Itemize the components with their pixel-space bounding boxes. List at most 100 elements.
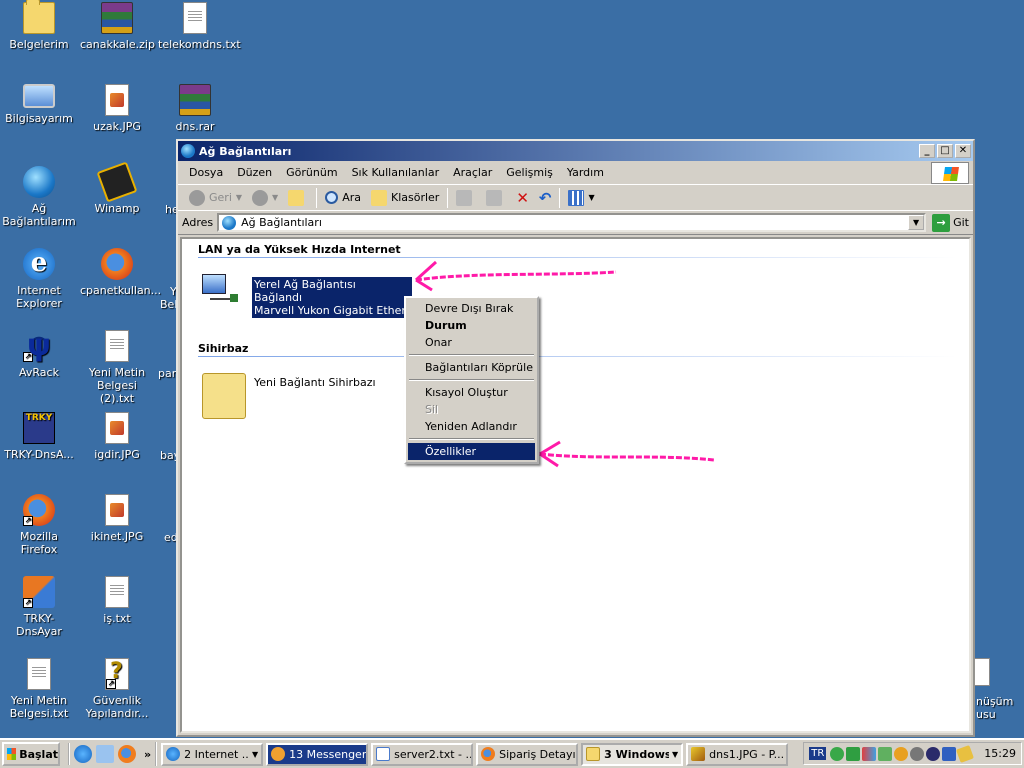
forward-button[interactable]: ▼	[247, 189, 283, 206]
volume-tray-icon[interactable]	[910, 746, 925, 761]
desktop-icon-igdir-jpg[interactable]: igdir.JPG	[78, 412, 156, 461]
desktop-icon-internet-explorer[interactable]: Internet Explorer	[0, 248, 78, 310]
menu-item-bridge-connections[interactable]: Bağlantıları Köprüle	[408, 359, 535, 376]
internet-explorer-icon[interactable]	[74, 745, 92, 763]
task-label: 13 Messenger	[289, 747, 367, 761]
desktop-icon-label: AvRack	[19, 366, 59, 379]
toolbar-separator	[447, 187, 449, 208]
desktop-icon-winamp[interactable]: Winamp	[78, 161, 156, 215]
desktop-icon-yeni-metin-belgesi-2[interactable]: Yeni Metin Belgesi (2).txt	[78, 330, 156, 405]
menu-view[interactable]: Görünüm	[279, 166, 344, 179]
group-divider	[198, 356, 957, 357]
firefox-icon[interactable]	[118, 745, 136, 763]
address-input[interactable]: Ağ Bağlantıları ▼	[217, 213, 927, 232]
clipped-desktop-label: nüşüm	[976, 695, 1014, 708]
up-folder-button[interactable]	[283, 189, 313, 206]
start-button[interactable]: Başlat	[2, 742, 60, 766]
menu-item-create-shortcut[interactable]: Kısayol Oluştur	[408, 384, 535, 401]
menu-edit[interactable]: Düzen	[230, 166, 279, 179]
back-button[interactable]: Geri ▼	[184, 189, 247, 206]
task-server2-txt[interactable]: server2.txt - ...	[371, 742, 474, 766]
views-button[interactable]: ▼	[563, 189, 599, 206]
desktop-icon-guvenlik[interactable]: ↗ Güvenlik Yapılandır...	[78, 658, 156, 720]
audio-tray-icon[interactable]	[878, 746, 893, 761]
desktop-icon-trky-dnsa[interactable]: TRKY TRKY-DnsA...	[0, 412, 78, 461]
menu-tools[interactable]: Araçlar	[446, 166, 499, 179]
text-file-icon	[183, 2, 207, 34]
monitor-icon	[202, 274, 226, 294]
folders-button[interactable]: Klasörler	[366, 189, 444, 206]
desktop-icon-label: Bilgisayarım	[5, 112, 73, 125]
menu-item-disable[interactable]: Devre Dışı Bırak	[408, 300, 535, 317]
desktop-icon-ikinet-jpg[interactable]: ikinet.JPG	[78, 494, 156, 543]
desktop-icon-avrack[interactable]: ↗ AvRack	[0, 328, 78, 379]
delete-button[interactable]: ✕	[511, 189, 534, 207]
undo-button[interactable]: ↶	[534, 189, 557, 207]
menu-item-properties[interactable]: Özellikler	[408, 443, 535, 460]
antivirus-tray-icon[interactable]	[862, 746, 877, 761]
menu-item-repair[interactable]: Onar	[408, 334, 535, 351]
desktop-icon-mozilla-firefox[interactable]: ↗ Mozilla Firefox	[0, 494, 78, 556]
title-bar[interactable]: Ağ Bağlantıları _ □ ✕	[178, 141, 973, 161]
winamp-icon	[96, 161, 138, 203]
task-buttons: 2 Internet ... ▼ 13 Messenger server2.tx…	[155, 742, 791, 766]
menu-advanced[interactable]: Gelişmiş	[499, 166, 560, 179]
menu-file[interactable]: Dosya	[182, 166, 230, 179]
connection-tray-icon[interactable]	[942, 746, 957, 761]
lan-connection-item[interactable]: Yerel Ağ Bağlantısı Bağlandı Marvell Yuk…	[252, 277, 430, 318]
move-to-button[interactable]	[451, 189, 481, 206]
desktop-icon-my-computer[interactable]: Bilgisayarım	[0, 84, 78, 125]
menu-item-status[interactable]: Durum	[408, 317, 535, 334]
quick-launch-more-button[interactable]: »	[144, 748, 151, 761]
go-button[interactable]: → Git	[932, 213, 969, 232]
shortcut-arrow-icon: ↗	[23, 516, 33, 526]
desktop-icon-label: Mozilla Firefox	[20, 530, 58, 556]
lan-connection-icon[interactable]	[200, 272, 240, 314]
desktop-icon-label: Ağ Bağlantılarım	[2, 202, 76, 228]
desktop-icon-label: igdir.JPG	[94, 448, 140, 461]
desktop-icon-label: Winamp	[94, 202, 140, 215]
desktop-icon-telekomdns-txt[interactable]: telekomdns.txt	[156, 2, 241, 51]
menu-item-rename[interactable]: Yeniden Adlandır	[408, 418, 535, 435]
menu-help[interactable]: Yardım	[560, 166, 611, 179]
desktop-icon-uzak-jpg[interactable]: uzak.JPG	[78, 84, 156, 133]
desktop-icon-cpanetkullan[interactable]: cpanetkullan...	[78, 248, 161, 297]
text-file-icon	[27, 658, 51, 690]
desktop-icon-canakkale-zip[interactable]: canakkale.zip	[78, 2, 156, 51]
maximize-button[interactable]: □	[937, 144, 953, 158]
chevron-down-icon: ▼	[272, 193, 279, 202]
address-dropdown-button[interactable]: ▼	[908, 215, 925, 230]
copy-to-icon	[486, 189, 503, 206]
messenger-buddy-icon[interactable]	[830, 746, 845, 761]
menu-separator	[409, 354, 534, 356]
copy-to-button[interactable]	[481, 189, 511, 206]
search-button[interactable]: Ara	[320, 191, 366, 204]
desktop-icon-trky-dnsayar[interactable]: ↗ TRKY-DnsAyar	[0, 576, 78, 638]
outlook-express-icon[interactable]	[96, 745, 114, 763]
task-messenger[interactable]: 13 Messenger	[266, 742, 369, 766]
close-button[interactable]: ✕	[955, 144, 971, 158]
clipped-desktop-label: Bel	[160, 298, 178, 311]
menu-favorites[interactable]: Sık Kullanılanlar	[345, 166, 447, 179]
address-value: Ağ Bağlantıları	[241, 216, 322, 229]
desktop-icon-dns-rar[interactable]: dns.rar	[156, 84, 234, 133]
desktop-icon-my-documents[interactable]: Belgelerim	[0, 0, 78, 51]
task-windows-explorer[interactable]: 3 Windows... ▼	[581, 742, 684, 766]
desktop-icon-yeni-metin-belgesi[interactable]: Yeni Metin Belgesi.txt	[0, 658, 78, 720]
new-connection-wizard-label[interactable]: Yeni Bağlantı Sihirbazı	[254, 376, 376, 389]
winamp-tray-icon[interactable]	[956, 744, 975, 763]
security-tray-icon[interactable]	[894, 746, 909, 761]
language-indicator[interactable]: TR	[809, 747, 827, 760]
network-tray-icon[interactable]	[846, 746, 861, 761]
media-tray-icon[interactable]	[926, 746, 941, 761]
task-siparis-detayi[interactable]: Sipariş Detayı...	[476, 742, 579, 766]
minimize-button[interactable]: _	[919, 144, 935, 158]
task-internet-explorer[interactable]: 2 Internet ... ▼	[161, 742, 264, 766]
task-dns1-jpg[interactable]: dns1.JPG - P...	[686, 742, 789, 766]
search-label: Ara	[342, 191, 361, 204]
new-connection-wizard-icon[interactable]	[202, 373, 246, 419]
text-file-icon	[105, 330, 129, 362]
clock[interactable]: 15:29	[984, 747, 1016, 760]
desktop-icon-is-txt[interactable]: iş.txt	[78, 576, 156, 625]
desktop-icon-network-places[interactable]: Ağ Bağlantılarım	[0, 166, 78, 228]
